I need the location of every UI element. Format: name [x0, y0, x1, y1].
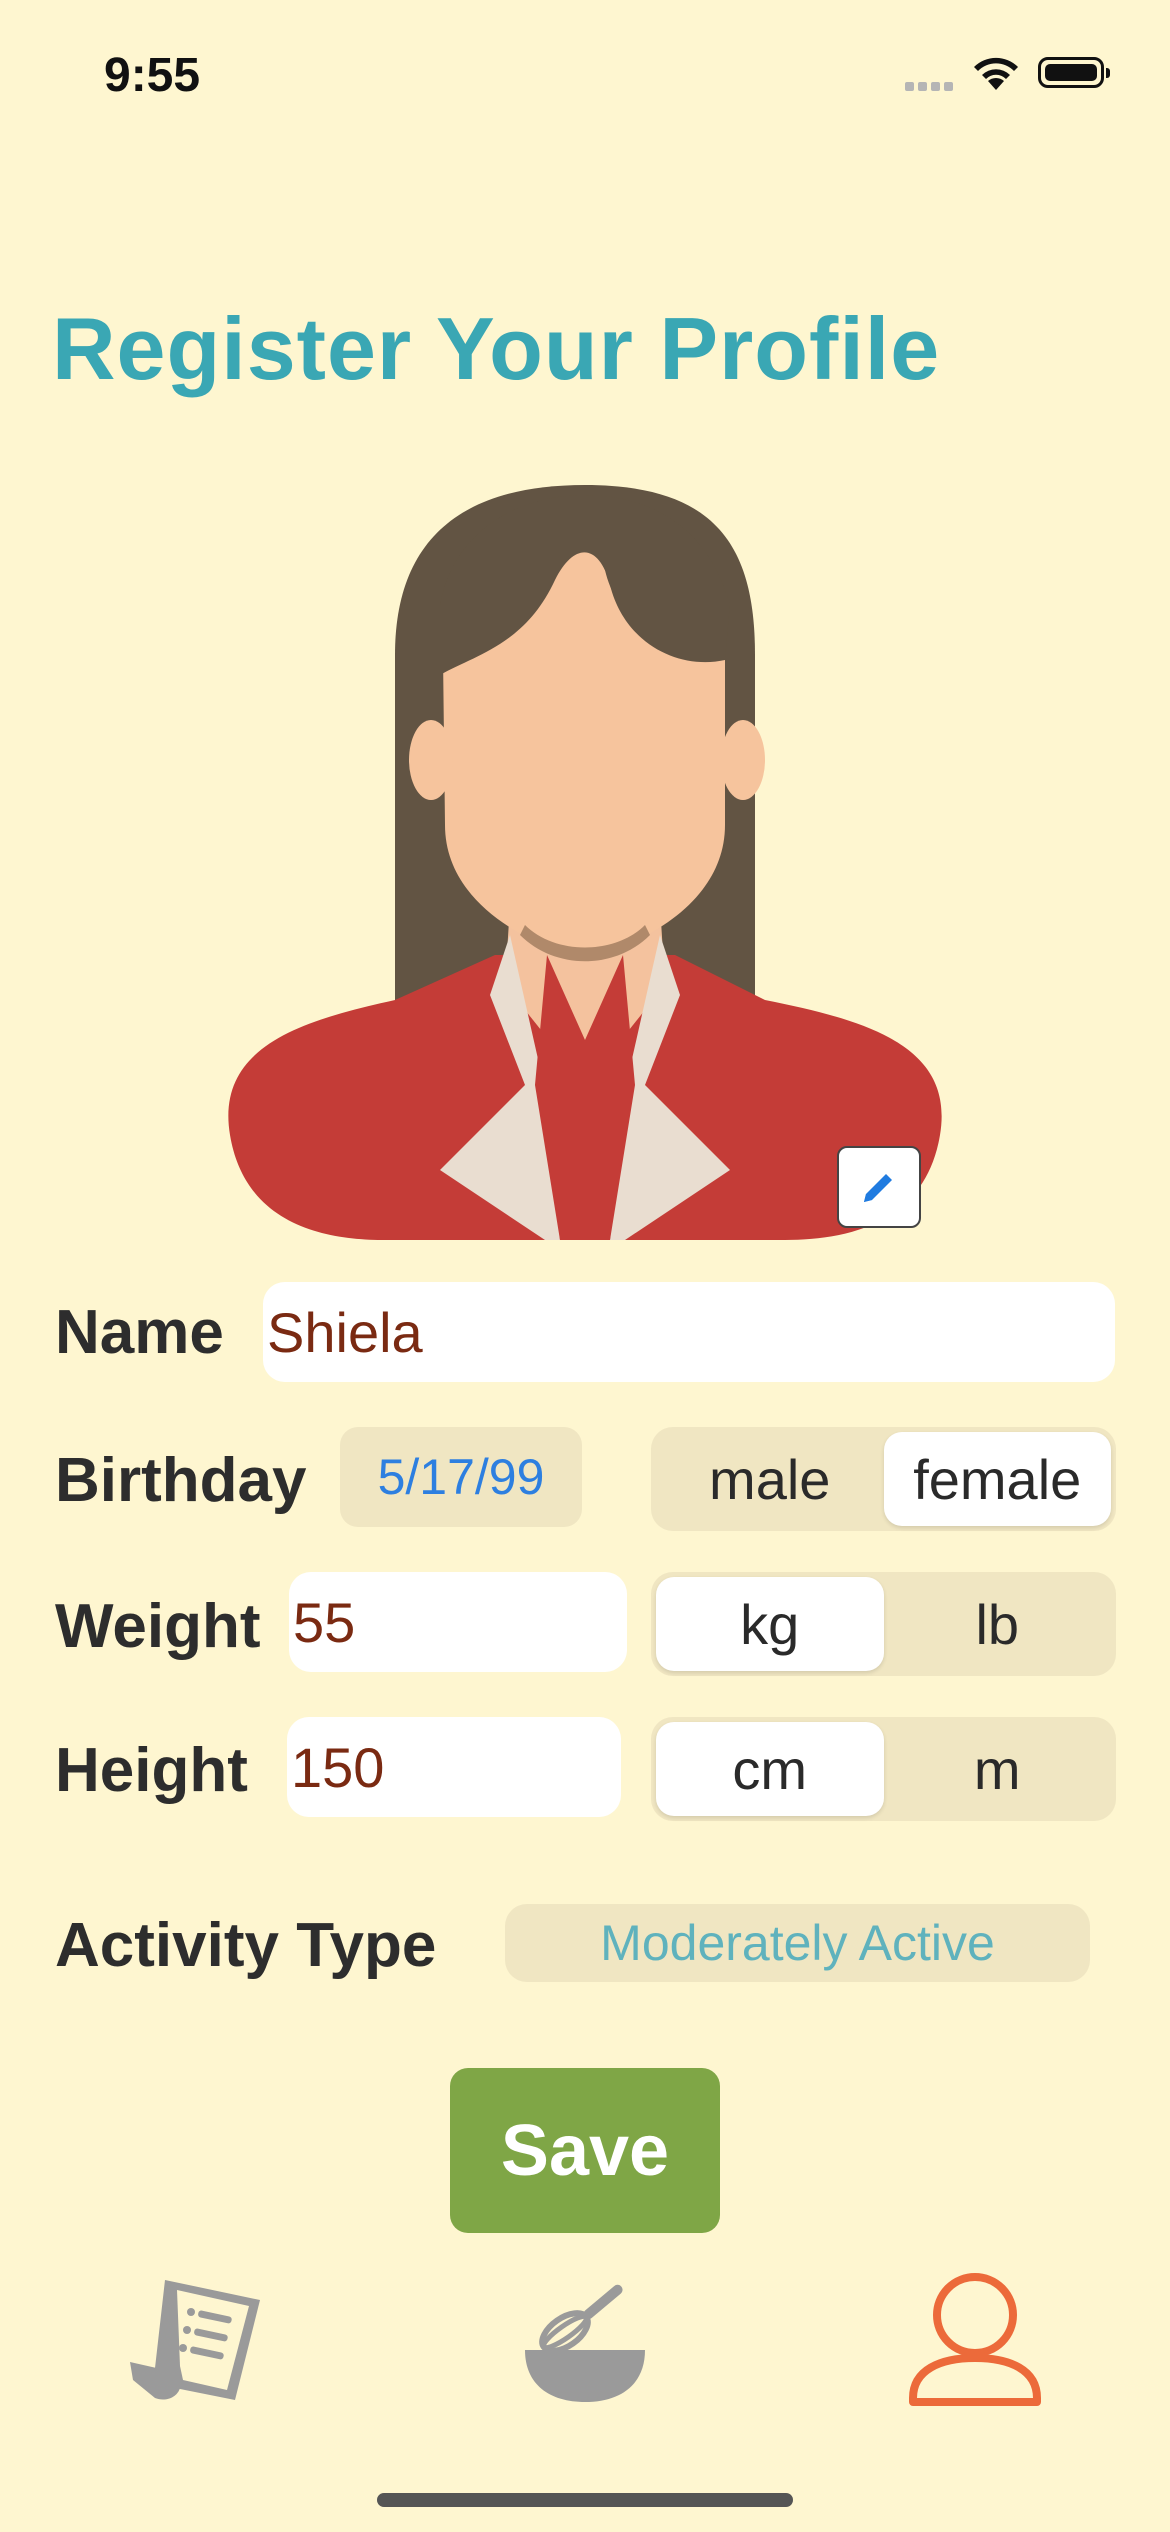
edit-photo-button[interactable]: [837, 1146, 921, 1228]
home-indicator[interactable]: [377, 2493, 793, 2507]
height-unit-segmented-control: cm m: [651, 1717, 1116, 1821]
profile-icon: [909, 2273, 1041, 2406]
tab-cooking[interactable]: [520, 2270, 660, 2415]
height-unit-m[interactable]: m: [884, 1722, 1112, 1816]
recipe-list-icon: [130, 2280, 260, 2400]
save-button[interactable]: Save: [450, 2068, 720, 2233]
weight-unit-kg[interactable]: kg: [656, 1577, 884, 1671]
name-input[interactable]: Shiela: [263, 1282, 1115, 1382]
gender-option-male[interactable]: male: [656, 1432, 884, 1526]
wifi-icon: [970, 52, 1022, 97]
whisk-bowl-icon: [525, 2284, 645, 2402]
tab-profile[interactable]: [905, 2270, 1045, 2415]
page-title: Register Your Profile: [52, 299, 941, 398]
pencil-icon: [864, 1174, 892, 1202]
gender-option-female[interactable]: female: [883, 1432, 1111, 1526]
weight-input[interactable]: 55: [289, 1572, 627, 1672]
name-label: Name: [55, 1298, 224, 1367]
height-label: Height: [55, 1736, 248, 1805]
activity-type-label: Activity Type: [55, 1911, 437, 1980]
birthday-label: Birthday: [55, 1446, 307, 1515]
weight-unit-lb[interactable]: lb: [884, 1577, 1112, 1671]
weight-label: Weight: [55, 1592, 261, 1661]
battery-icon: [1038, 57, 1110, 88]
status-time: 9:55: [104, 49, 201, 102]
cellular-signal-icon: [905, 82, 955, 94]
activity-type-picker[interactable]: Moderately Active: [505, 1904, 1090, 1982]
tab-recipes[interactable]: [125, 2270, 265, 2415]
weight-unit-segmented-control: kg lb: [651, 1572, 1116, 1676]
height-input[interactable]: 150: [287, 1717, 621, 1817]
height-unit-cm[interactable]: cm: [656, 1722, 884, 1816]
birthday-date-picker[interactable]: 5/17/99: [340, 1427, 582, 1527]
gender-segmented-control: male female: [651, 1427, 1116, 1531]
avatar-image: [225, 485, 945, 1245]
